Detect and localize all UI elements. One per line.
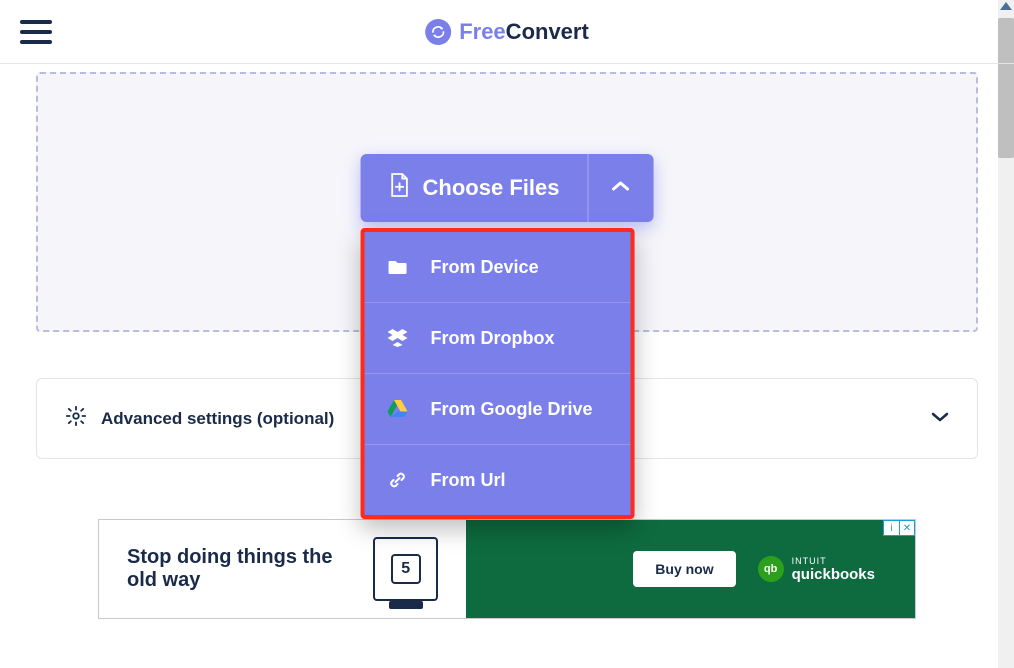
file-source-dropdown: From Device From Dropbox From Google Dri… <box>361 228 635 519</box>
choose-files-dropdown-toggle[interactable] <box>587 154 653 222</box>
option-label: From Url <box>431 470 506 491</box>
dropbox-icon <box>387 327 409 349</box>
file-add-icon <box>389 172 411 204</box>
ad-brand-top: INTUIT <box>792 556 875 566</box>
ad-brand-name: quickbooks <box>792 566 875 583</box>
choose-files-button-group: Choose Files <box>361 154 654 222</box>
ad-computer-illustration: 5 <box>373 537 438 601</box>
chevron-down-icon <box>931 410 949 428</box>
choose-files-button[interactable]: Choose Files <box>361 154 588 222</box>
advanced-settings-label: Advanced settings (optional) <box>101 409 334 429</box>
chevron-up-icon <box>612 179 630 197</box>
ad-cta-button[interactable]: Buy now <box>633 551 735 587</box>
option-label: From Device <box>431 257 539 278</box>
from-device-option[interactable]: From Device <box>365 232 631 303</box>
logo[interactable]: FreeConvert <box>425 19 589 45</box>
choose-files-label: Choose Files <box>423 175 560 201</box>
ad-headline: Stop doing things the old way <box>127 546 361 592</box>
from-url-option[interactable]: From Url <box>365 445 631 515</box>
from-dropbox-option[interactable]: From Dropbox <box>365 303 631 374</box>
option-label: From Google Drive <box>431 399 593 420</box>
google-drive-icon <box>387 398 409 420</box>
advertisement-banner[interactable]: i ✕ Stop doing things the old way 5 Buy … <box>98 519 916 619</box>
ad-close-icon[interactable]: ✕ <box>899 520 915 536</box>
ad-brand: qb INTUIT quickbooks <box>758 556 875 583</box>
link-icon <box>387 469 409 491</box>
logo-icon <box>425 19 451 45</box>
page-header: FreeConvert <box>0 0 1014 64</box>
ad-number: 5 <box>391 554 421 584</box>
ad-info-icon[interactable]: i <box>883 520 899 536</box>
from-google-drive-option[interactable]: From Google Drive <box>365 374 631 445</box>
option-label: From Dropbox <box>431 328 555 349</box>
menu-button[interactable] <box>20 20 52 44</box>
quickbooks-logo-icon: qb <box>758 556 784 582</box>
logo-text: FreeConvert <box>459 19 589 45</box>
gear-icon <box>65 405 87 432</box>
folder-icon <box>387 256 409 278</box>
